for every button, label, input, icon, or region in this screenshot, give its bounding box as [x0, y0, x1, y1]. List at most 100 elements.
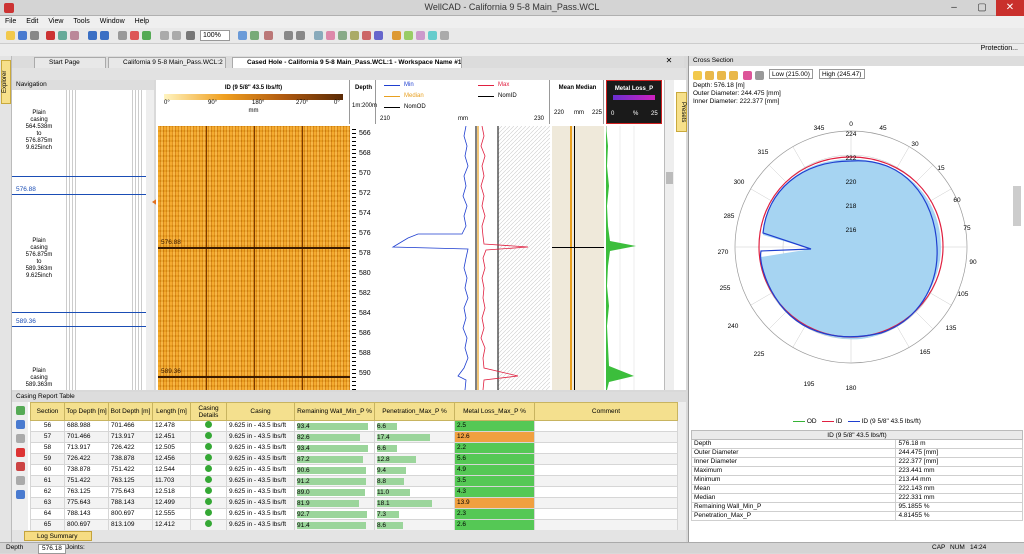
table-row[interactable]: 60 738.878 751.422 12.544 9.625 in - 43.5 lb… — [30, 464, 678, 476]
table-row[interactable]: 61 751.422 763.125 11.703 9.625 in - 43.5 lb… — [30, 475, 678, 487]
tab-close-icon[interactable]: ✕ — [664, 56, 674, 68]
polar-plot[interactable]: 0 345 45 30 15 60 75 90 105 135 165 180 … — [689, 106, 1024, 416]
zoom-tool-icon[interactable] — [186, 31, 195, 40]
cs-grid-icon[interactable] — [755, 71, 764, 80]
zoom-select[interactable]: 100% — [200, 30, 230, 41]
table-row[interactable]: 65 800.697 813.109 12.412 9.625 in - 43.5 lb… — [30, 519, 678, 530]
log-scrollbar[interactable] — [664, 80, 674, 390]
cell-comment[interactable] — [534, 475, 678, 487]
id-track-header[interactable]: ID (9 5/8" 43.5 lbs/ft) 0° 90° 180° 270°… — [158, 80, 350, 124]
cell-casing-details[interactable] — [190, 508, 227, 520]
cell-comment[interactable] — [534, 486, 678, 498]
copy-row-icon[interactable] — [16, 434, 25, 443]
menu-tools[interactable]: Tools — [68, 16, 94, 28]
col-remaining-wall[interactable]: Remaining Wall_Min_P % — [294, 402, 375, 421]
filter-rows-icon[interactable] — [16, 476, 25, 485]
explorer-tab[interactable]: Explorer — [1, 60, 11, 104]
presets-tab[interactable]: Presets — [676, 92, 687, 132]
minimize-icon[interactable]: – — [940, 0, 968, 16]
cell-comment[interactable] — [534, 431, 678, 443]
chart-icon[interactable] — [338, 31, 347, 40]
zoom-in-icon[interactable] — [160, 31, 169, 40]
edit-row-icon[interactable] — [16, 420, 25, 429]
cell-casing-details[interactable] — [190, 475, 227, 487]
table-row[interactable]: 63 775.643 788.143 12.499 9.625 in - 43.5 lb… — [30, 497, 678, 509]
menu-edit[interactable]: Edit — [21, 16, 43, 28]
col-bot-depth[interactable]: Bot Depth [m] — [108, 402, 153, 421]
col-casing[interactable]: Casing — [226, 402, 295, 421]
close-icon[interactable]: ✕ — [996, 0, 1024, 16]
high-select[interactable]: High (245.47) — [819, 69, 865, 79]
col-comment[interactable]: Comment — [534, 402, 678, 421]
copy-icon[interactable] — [58, 31, 67, 40]
cell-comment[interactable] — [534, 420, 678, 432]
tab-main-pass-2[interactable]: California 9 5-8 Main_Pass.WCL:2 — [108, 57, 226, 68]
table-row[interactable]: 58 713.917 726.422 12.505 9.625 in - 43.5 lb… — [30, 442, 678, 454]
save-icon[interactable] — [18, 31, 27, 40]
cell-casing-details[interactable] — [190, 453, 227, 465]
depth-track[interactable]: 566 568 570 572 574 576 578 580 582 584 … — [352, 126, 376, 390]
mean-median-track[interactable] — [552, 126, 604, 390]
cell-casing-details[interactable] — [190, 519, 227, 530]
cell-casing-details[interactable] — [190, 464, 227, 476]
cut-icon[interactable] — [46, 31, 55, 40]
cs-tool-icon-4[interactable] — [729, 71, 738, 80]
settings-icon[interactable] — [440, 31, 449, 40]
col-casing-details[interactable]: Casing Details — [190, 402, 227, 421]
log-summary-tab[interactable]: Log Summary — [24, 531, 92, 541]
cell-comment[interactable] — [534, 508, 678, 520]
move-icon[interactable] — [284, 31, 293, 40]
log-icon[interactable] — [326, 31, 335, 40]
draw-icon[interactable] — [130, 31, 139, 40]
table-row[interactable]: 64 788.143 800.697 12.555 9.625 in - 43.5 lb… — [30, 508, 678, 520]
curve-track-header[interactable]: Min Max Median NomID NomOD 210 mm 230 — [378, 80, 550, 124]
cs-palette-icon[interactable] — [743, 71, 752, 80]
zoom-out-icon[interactable] — [172, 31, 181, 40]
curve-track[interactable] — [378, 126, 550, 390]
tab-cased-hole[interactable]: Cased Hole - California 9 5-8 Main_Pass.… — [232, 57, 462, 68]
redo-icon[interactable] — [100, 31, 109, 40]
cs-tool-icon-3[interactable] — [717, 71, 726, 80]
process-icon[interactable] — [392, 31, 401, 40]
cell-comment[interactable] — [534, 442, 678, 454]
table-icon[interactable] — [350, 31, 359, 40]
maximize-icon[interactable]: ▢ — [968, 0, 996, 16]
insert-icon[interactable] — [142, 31, 151, 40]
report-scrollbar[interactable] — [678, 402, 686, 530]
filter-icon[interactable] — [404, 31, 413, 40]
col-section[interactable]: Section — [30, 402, 65, 421]
cell-casing-details[interactable] — [190, 420, 227, 432]
table-row[interactable]: 57 701.466 713.917 12.451 9.625 in - 43.5 lb… — [30, 431, 678, 443]
table-row[interactable]: 59 726.422 738.878 12.456 9.625 in - 43.5 lb… — [30, 453, 678, 465]
print-icon[interactable] — [30, 31, 39, 40]
export-table-icon[interactable] — [16, 490, 25, 499]
grid-icon[interactable] — [250, 31, 259, 40]
menu-help[interactable]: Help — [130, 16, 154, 28]
cell-comment[interactable] — [534, 497, 678, 509]
undo-icon[interactable] — [88, 31, 97, 40]
depth-track-header[interactable]: Depth 1m:200m — [352, 80, 377, 124]
stats-icon[interactable] — [416, 31, 425, 40]
open-file-icon[interactable] — [6, 31, 15, 40]
analysis-icon[interactable] — [374, 31, 383, 40]
cell-comment[interactable] — [534, 453, 678, 465]
cell-casing-details[interactable] — [190, 497, 227, 509]
paste-icon[interactable] — [70, 31, 79, 40]
col-metal-loss[interactable]: Metal Loss_Max_P % — [454, 402, 535, 421]
fit-icon[interactable] — [238, 31, 247, 40]
clear-icon[interactable] — [16, 462, 25, 471]
casing-icon[interactable] — [362, 31, 371, 40]
metal-loss-header[interactable]: Metal Loss_P 0 % 25 — [606, 80, 662, 124]
layout-icon[interactable] — [264, 31, 273, 40]
menu-file[interactable]: File — [0, 16, 21, 28]
track-icon[interactable] — [314, 31, 323, 40]
nav-scrollbar[interactable] — [146, 90, 154, 390]
table-row[interactable]: 56 688.988 701.466 12.478 9.625 in - 43.5 lb… — [30, 420, 678, 432]
export-icon[interactable] — [428, 31, 437, 40]
low-select[interactable]: Low (215.00) — [769, 69, 813, 79]
cell-casing-details[interactable] — [190, 486, 227, 498]
protection-link[interactable]: Protection... — [981, 45, 1018, 52]
menu-window[interactable]: Window — [95, 16, 130, 28]
table-row[interactable]: 62 763.125 775.643 12.518 9.625 in - 43.5 lb… — [30, 486, 678, 498]
cell-casing-details[interactable] — [190, 442, 227, 454]
